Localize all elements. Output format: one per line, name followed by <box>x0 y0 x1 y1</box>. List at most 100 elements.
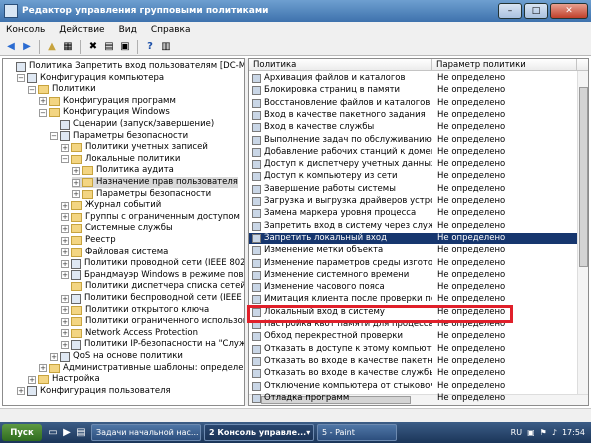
network-icon[interactable]: ▣ <box>527 428 535 437</box>
properties-icon[interactable]: ▤ <box>102 40 116 54</box>
tree-node[interactable]: Политики диспетчера списка сетей <box>61 281 244 292</box>
tree-node[interactable]: − Политики <box>28 84 96 95</box>
policy-row[interactable]: Обход перекрестной проверки Не определено <box>249 331 577 342</box>
policy-row[interactable]: Замена маркера уровня процесса Не определ… <box>249 208 577 219</box>
flag-icon[interactable]: ⚑ <box>540 428 547 437</box>
powershell-icon[interactable]: ▶ <box>60 426 74 440</box>
column-header-policy[interactable]: Политика <box>249 59 432 70</box>
menu-help[interactable]: Справка <box>151 25 191 35</box>
tree-node[interactable]: + Конфигурация пользователя <box>17 386 171 397</box>
policy-row[interactable]: Доступ к компьютеру из сети Не определено <box>249 171 577 182</box>
minimize-button[interactable]: – <box>498 3 522 19</box>
menu-console[interactable]: Консоль <box>6 25 45 35</box>
policy-row[interactable]: Архивация файлов и каталогов Не определен… <box>249 73 577 84</box>
expand-icon[interactable]: + <box>72 178 80 187</box>
expand-icon[interactable]: + <box>61 317 69 326</box>
policy-row[interactable]: Запретить локальный вход Не определено <box>249 232 577 244</box>
menu-action[interactable]: Действие <box>59 25 104 35</box>
tree-node[interactable]: − Локальные политики <box>61 154 180 165</box>
policy-row[interactable]: Добавление рабочих станций к домену Не оп… <box>249 147 577 158</box>
expand-icon[interactable]: + <box>61 306 69 315</box>
expand-icon[interactable]: + <box>39 364 47 373</box>
task-mmc-console[interactable]: 2 Консоль управле... ▾ <box>204 424 314 441</box>
tree-node[interactable]: + Политика аудита <box>72 165 174 176</box>
policy-row[interactable]: Изменение системного времени Не определен… <box>249 270 577 281</box>
start-button[interactable]: Пуск <box>2 424 42 441</box>
policy-row[interactable]: Изменение параметров среды изготовителя Н… <box>249 258 577 269</box>
policy-row[interactable]: Выполнение задач по обслуживанию томов Не… <box>249 135 577 146</box>
policy-row[interactable]: Запретить вход в систему через службу ..… <box>249 221 577 232</box>
delete-icon[interactable]: ✖ <box>86 40 100 54</box>
server-manager-icon[interactable]: ▤ <box>74 426 88 440</box>
language-indicator[interactable]: RU <box>511 428 522 437</box>
back-arrow-icon[interactable]: ◀ <box>4 40 18 54</box>
policy-row[interactable]: Имитация клиента после проверки подлин..… <box>249 294 577 305</box>
action-pane-icon[interactable]: ▥ <box>159 40 173 54</box>
policy-list-pane[interactable]: Политика Параметр политики Архивация фай… <box>248 58 589 406</box>
show-hide-tree-icon[interactable]: ▦ <box>61 40 75 54</box>
tree-node[interactable]: + Назначение прав пользователя <box>72 177 238 188</box>
collapse-icon[interactable]: − <box>61 155 69 164</box>
policy-row[interactable]: Восстановление файлов и каталогов Не опре… <box>249 98 577 109</box>
policy-row[interactable]: Отладка программ Не определено <box>249 393 577 404</box>
forward-arrow-icon[interactable]: ▶ <box>20 40 34 54</box>
tree-node[interactable]: − Параметры безопасности <box>50 131 188 142</box>
expand-icon[interactable]: + <box>28 375 36 384</box>
tree-node[interactable]: + Параметры безопасности <box>72 189 211 200</box>
tree-node[interactable]: + Политики беспроводной сети (IEEE 80 <box>61 293 244 304</box>
expand-icon[interactable]: + <box>61 294 69 303</box>
expand-icon[interactable]: + <box>61 201 69 210</box>
scroll-thumb[interactable] <box>579 87 588 267</box>
policy-row[interactable]: Изменение метки объекта Не определено <box>249 245 577 256</box>
expand-icon[interactable]: + <box>61 248 69 257</box>
tree-node[interactable]: + Административные шаблоны: определения п <box>39 363 244 374</box>
task-initial-config[interactable]: Задачи начальной нас... <box>91 424 201 441</box>
expand-icon[interactable]: + <box>72 190 80 199</box>
export-list-icon[interactable]: ▣ <box>118 40 132 54</box>
policy-row[interactable]: Отключение компьютера от стыковочно... Не… <box>249 381 577 392</box>
policy-row[interactable]: Отказать во входе в качестве пакетного .… <box>249 356 577 367</box>
expand-icon[interactable]: + <box>61 259 69 268</box>
policy-row[interactable]: Изменение часового пояса Не определено <box>249 282 577 293</box>
expand-icon[interactable]: + <box>17 387 25 396</box>
clock[interactable]: 17:54 <box>562 428 585 437</box>
tree-node[interactable]: + Политики проводной сети (IEEE 802.3 <box>61 258 244 269</box>
tree-node[interactable]: + Политики открытого ключа <box>61 305 209 316</box>
expand-icon[interactable]: + <box>61 271 69 280</box>
expand-icon[interactable]: + <box>61 143 69 152</box>
expand-icon[interactable]: + <box>61 224 69 233</box>
tree-node[interactable]: + Реестр <box>61 235 116 246</box>
expand-icon[interactable]: + <box>61 213 69 222</box>
policy-row[interactable]: Вход в качестве службы Не определено <box>249 122 577 133</box>
tree-node[interactable]: + Network Access Protection <box>61 328 198 339</box>
tree-pane[interactable]: Политика Запретить вход пользователям [D… <box>2 58 245 406</box>
policy-row[interactable]: Загрузка и выгрузка драйверов устройств Н… <box>249 196 577 207</box>
tree-node[interactable]: − Конфигурация Windows <box>39 107 170 118</box>
collapse-icon[interactable]: − <box>28 85 36 94</box>
tree-node[interactable]: + Настройка <box>28 374 100 385</box>
expand-icon[interactable]: + <box>72 166 80 175</box>
policy-row[interactable]: Доступ к диспетчеру учетных данных от...… <box>249 159 577 170</box>
up-folder-icon[interactable]: ▲ <box>45 40 59 54</box>
explorer-icon[interactable]: ▭ <box>46 426 60 440</box>
tree-node[interactable]: + Группы с ограниченным доступом <box>61 212 240 223</box>
policy-row[interactable]: Вход в качестве пакетного задания Не опре… <box>249 110 577 121</box>
tree-node[interactable]: + Файловая система <box>61 247 168 258</box>
collapse-icon[interactable]: − <box>50 132 58 141</box>
expand-icon[interactable]: + <box>61 236 69 245</box>
maximize-button[interactable]: □ <box>524 3 548 19</box>
tree-node[interactable]: + Брандмауэр Windows в режиме повыш <box>61 270 244 281</box>
collapse-icon[interactable]: − <box>39 108 47 117</box>
tree-node[interactable]: + Политики учетных записей <box>61 142 208 153</box>
policy-row[interactable]: Отказать во входе в качестве службы Не оп… <box>249 368 577 379</box>
expand-icon[interactable]: + <box>61 329 69 338</box>
expand-icon[interactable]: + <box>50 352 58 361</box>
help-icon[interactable]: ? <box>143 40 157 54</box>
vertical-scrollbar[interactable] <box>577 71 588 394</box>
close-button[interactable]: ✕ <box>550 3 588 19</box>
policy-row[interactable]: Завершение работы системы Не определено <box>249 184 577 195</box>
tree-node[interactable]: + Политики IP-безопасности на "Служб <box>61 339 244 350</box>
tree-node[interactable]: + Журнал событий <box>61 200 161 211</box>
collapse-icon[interactable]: − <box>17 74 25 83</box>
expand-icon[interactable]: + <box>61 340 69 349</box>
